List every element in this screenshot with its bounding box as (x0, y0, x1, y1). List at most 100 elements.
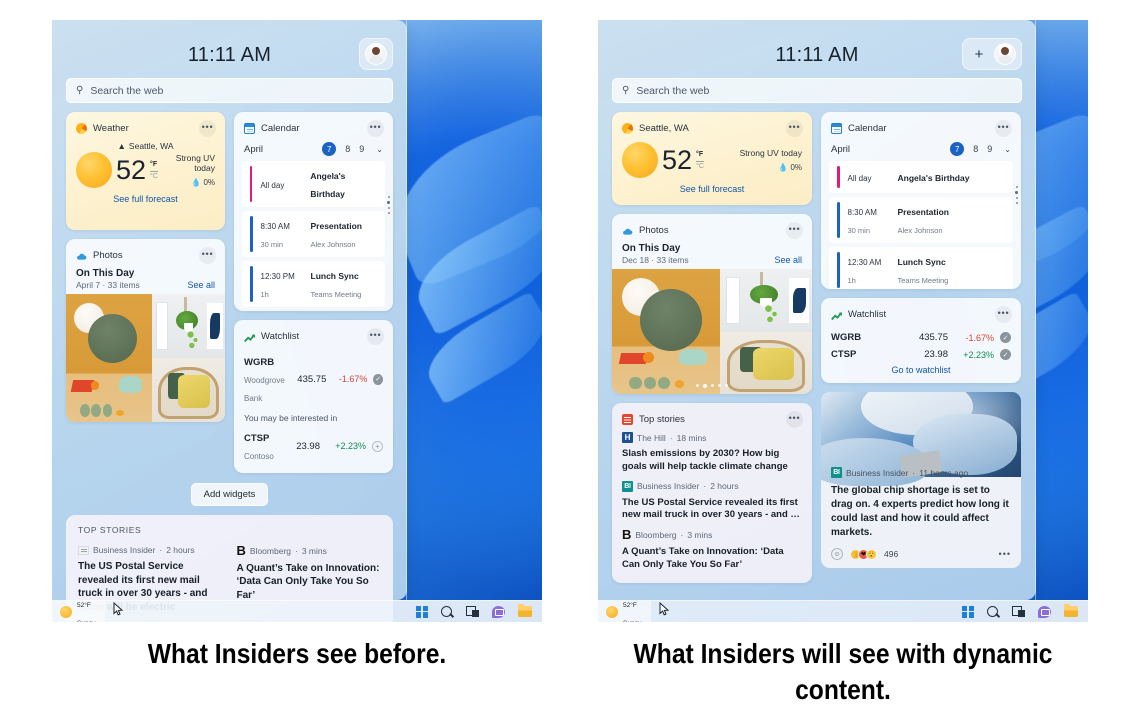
search-input[interactable]: ⚲ Search the web (612, 78, 1022, 103)
photos-see-all-link[interactable]: See all (187, 280, 215, 290)
watchlist-row[interactable]: WGRB Woodgrove Bank 435.75 -1.67% ✓ (234, 349, 393, 409)
watchlist-more-button[interactable]: ••• (995, 306, 1012, 323)
top-stories-more-button[interactable]: ••• (786, 411, 803, 428)
search-icon[interactable] (987, 605, 999, 618)
chevron-down-icon[interactable]: ⌄ (376, 145, 383, 154)
news-separator: · (912, 467, 916, 478)
chat-icon[interactable] (492, 605, 505, 618)
account-button[interactable] (993, 42, 1017, 66)
watchlist-check-icon[interactable]: ✓ (1000, 349, 1011, 360)
reaction-icons[interactable]: 👍 ❤ 😲 (850, 548, 877, 560)
search-input[interactable]: ⚲ Search the web (66, 78, 393, 103)
watchlist-widget[interactable]: Watchlist ••• WGRB 435.75 -1.67% ✓ CTSP (821, 298, 1021, 383)
calendar-event[interactable]: 12:30 AM 1h Lunch Sync Teams Meeting (829, 247, 1013, 289)
watchlist-row[interactable]: CTSP Contoso 23.98 +2.23% + (234, 425, 393, 473)
calendar-day-selected[interactable]: 7 (950, 142, 965, 156)
watchlist-row[interactable]: CTSP 23.98 +2.23% ✓ (821, 346, 1021, 363)
calendar-event[interactable]: All day Angela's Birthday (242, 161, 385, 207)
weather-details: Strong UV today 💧 0% (162, 153, 215, 187)
news-item[interactable]: H The Hill · 18 mins Slash emissions by … (612, 432, 812, 481)
photo-thumbnail[interactable] (720, 331, 812, 394)
calendar-day-selected[interactable]: 7 (322, 142, 337, 156)
news-headline[interactable]: The US Postal Service revealed its first… (622, 497, 802, 523)
watchlist-widget[interactable]: Watchlist ••• WGRB Woodgrove Bank 435.75… (234, 320, 393, 473)
calendar-more-button[interactable]: ••• (995, 120, 1012, 137)
news-headline[interactable]: Slash emissions by 2030? How big goals w… (622, 448, 802, 474)
add-widget-button[interactable]: + (967, 42, 991, 66)
photo-thumbnail-group[interactable] (151, 294, 225, 422)
photos-more-button[interactable]: ••• (786, 222, 803, 239)
account-button[interactable] (364, 42, 388, 66)
weather-more-button[interactable]: ••• (199, 120, 216, 137)
watchlist-widget-header: Watchlist ••• (821, 298, 1021, 327)
watchlist-add-icon[interactable]: + (372, 440, 383, 452)
search-icon[interactable] (441, 605, 453, 618)
news-headline[interactable]: The global chip shortage is set to drag … (831, 484, 1011, 540)
calendar-event[interactable]: All day Angela's Birthday (829, 161, 1013, 193)
weather-more-button[interactable]: ••• (786, 120, 803, 137)
calendar-day[interactable]: 8 (345, 144, 350, 154)
unit-fahrenheit[interactable]: °F (696, 151, 704, 162)
photos-see-all-link[interactable]: See all (774, 255, 802, 265)
unit-celsius[interactable]: °C (696, 162, 704, 172)
news-item[interactable]: BI Business Insider · 2 hours The US Pos… (612, 480, 812, 530)
taskbar-weather-button[interactable]: 52°F Sunny (52, 601, 106, 622)
weather-widget[interactable]: Seattle, WA ••• 52 °F °C Strong UV today… (612, 112, 812, 205)
file-explorer-icon[interactable] (1064, 604, 1078, 617)
unit-celsius[interactable]: °C (150, 172, 158, 182)
photos-widget[interactable]: Photos ••• On This Day Dec 18 · 33 items… (612, 214, 812, 394)
watchlist-more-button[interactable]: ••• (367, 328, 384, 345)
chevron-down-icon[interactable]: ⌄ (1004, 145, 1011, 154)
see-full-forecast-link[interactable]: See full forecast (76, 194, 215, 204)
news-headline[interactable]: A Quant’s Take on Innovation: ‘Data Can … (622, 546, 802, 572)
watchlist-row[interactable]: WGRB 435.75 -1.67% ✓ (821, 327, 1021, 346)
photo-thumbnail-group[interactable] (720, 269, 812, 394)
photo-thumbnail[interactable] (66, 294, 152, 422)
sun-icon (60, 605, 72, 618)
calendar-event[interactable]: 8:30 AM 30 min Presentation Alex Johnson (242, 211, 385, 257)
calendar-day-picker[interactable]: 7 8 9 ⌄ (322, 142, 383, 156)
calendar-scrollbar[interactable] (387, 195, 390, 214)
add-widgets-button[interactable]: Add widgets (190, 483, 269, 506)
chat-icon[interactable] (1038, 605, 1051, 618)
calendar-event[interactable]: 12:30 PM 1h Lunch Sync Teams Meeting (242, 261, 385, 307)
photo-thumbnail[interactable] (151, 294, 225, 358)
task-view-icon[interactable] (466, 606, 479, 617)
photo-thumbnail[interactable] (612, 269, 720, 394)
calendar-event[interactable]: 8:30 AM 30 min Presentation Alex Johnson (829, 197, 1013, 243)
photo-thumbnail[interactable] (151, 358, 225, 422)
photos-mosaic[interactable] (66, 294, 225, 422)
start-icon[interactable] (962, 605, 974, 618)
photos-mosaic[interactable] (612, 269, 812, 394)
add-reaction-icon[interactable]: ☺ (831, 548, 843, 560)
calendar-widget[interactable]: Calendar ••• April 7 8 9 ⌄ All day Angel… (821, 112, 1021, 289)
calendar-widget[interactable]: Calendar ••• April 7 8 9 ⌄ All day Angel… (234, 112, 393, 311)
photo-thumbnail[interactable] (720, 269, 812, 332)
calendar-day-picker[interactable]: 7 8 9 ⌄ (950, 142, 1011, 156)
calendar-scrollbar[interactable] (1015, 186, 1018, 205)
file-explorer-icon[interactable] (518, 604, 532, 617)
photos-pagination[interactable] (696, 384, 728, 388)
photos-more-button[interactable]: ••• (199, 247, 216, 264)
see-full-forecast-link[interactable]: See full forecast (622, 184, 802, 194)
calendar-day[interactable]: 9 (987, 144, 992, 154)
top-stories-widget[interactable]: Top stories ••• H The Hill · 18 mins Sla… (612, 403, 812, 583)
go-to-watchlist-link[interactable]: Go to watchlist (821, 363, 1021, 383)
calendar-day[interactable]: 9 (359, 144, 364, 154)
calendar-more-button[interactable]: ••• (367, 120, 384, 137)
watchlist-check-icon[interactable]: ✓ (1000, 332, 1011, 343)
start-icon[interactable] (416, 605, 428, 618)
photos-widget[interactable]: Photos ••• On This Day April 7 · 33 item… (66, 239, 225, 422)
unit-fahrenheit[interactable]: °F (150, 161, 158, 172)
news-separator: · (159, 545, 163, 555)
news-headline[interactable]: A Quant’s Take on Innovation: ‘Data Can … (237, 562, 382, 603)
the-hill-icon: H (622, 432, 633, 443)
news-article-card[interactable]: BI Business Insider · 11 hours ago The g… (821, 392, 1021, 568)
weather-widget[interactable]: Weather ••• ▲ Seattle, WA 52 °F °C Stron… (66, 112, 225, 230)
calendar-day[interactable]: 8 (973, 144, 978, 154)
news-item[interactable]: B Bloomberg · 3 mins A Quant’s Take on I… (612, 528, 812, 582)
task-view-icon[interactable] (1012, 606, 1025, 617)
watchlist-check-icon[interactable]: ✓ (373, 373, 384, 385)
taskbar-weather-button[interactable]: 52°F Sunny (598, 601, 652, 622)
clock: 11:11 AM (187, 44, 272, 66)
